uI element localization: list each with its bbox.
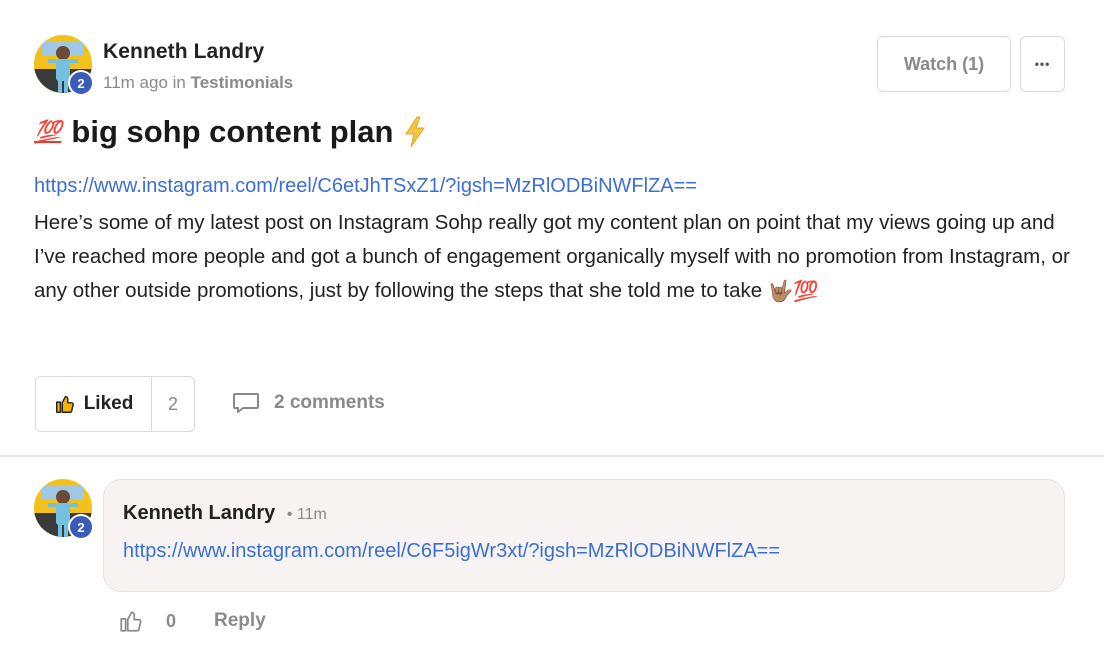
post-body-emoji: 🤟🏽💯	[767, 279, 819, 303]
level-badge: 2	[68, 514, 94, 540]
post-title-row: 💯 big sohp content plan	[34, 114, 427, 150]
comment-bubble: Kenneth Landry • 11m https://www.instagr…	[103, 479, 1065, 592]
post-body: Here’s some of my latest post on Instagr…	[34, 206, 1074, 309]
post-category[interactable]: Testimonials	[191, 73, 294, 92]
ellipsis-icon: •••	[1034, 57, 1051, 71]
comment-like-button[interactable]	[118, 608, 144, 634]
comment-bubble-icon	[233, 393, 259, 413]
hundred-points-icon: 💯	[34, 119, 62, 144]
like-count[interactable]: 2	[152, 377, 194, 431]
comment-link[interactable]: https://www.instagram.com/reel/C6F5igWr3…	[123, 540, 780, 563]
thumbs-up-icon	[120, 611, 142, 632]
bolt-icon	[405, 116, 426, 148]
watch-button[interactable]: Watch (1)	[877, 36, 1011, 92]
post-body-text: Here’s some of my latest post on Instagr…	[34, 211, 1070, 302]
comment-like-count: 0	[166, 610, 177, 631]
divider	[0, 455, 1104, 457]
liked-label: Liked	[83, 393, 134, 414]
like-group: Liked 2	[35, 376, 195, 432]
comments-link[interactable]: 2 comments	[232, 391, 385, 415]
like-button[interactable]: Liked	[36, 377, 152, 431]
post-title: big sohp content plan	[71, 114, 394, 149]
comment-time: • 11m	[286, 506, 327, 523]
comments-count-label: 2 comments	[274, 392, 385, 413]
post-meta: 11m ago in Testimonials	[103, 73, 293, 93]
thumbs-up-icon	[55, 395, 74, 413]
post-author-avatar[interactable]: 2	[34, 35, 94, 96]
post-link[interactable]: https://www.instagram.com/reel/C6etJhTSx…	[34, 175, 697, 198]
more-options-button[interactable]: •••	[1020, 36, 1065, 92]
comment-author-row: Kenneth Landry • 11m	[123, 502, 327, 525]
comment-author-avatar[interactable]: 2	[34, 479, 94, 540]
level-badge: 2	[68, 70, 94, 96]
comment-actions: 0 Reply	[118, 606, 266, 636]
reply-button[interactable]: Reply	[214, 610, 266, 632]
post-author-name[interactable]: Kenneth Landry	[103, 40, 264, 64]
post-time: 11m ago in	[103, 73, 186, 92]
comment-author-name[interactable]: Kenneth Landry	[123, 502, 275, 524]
